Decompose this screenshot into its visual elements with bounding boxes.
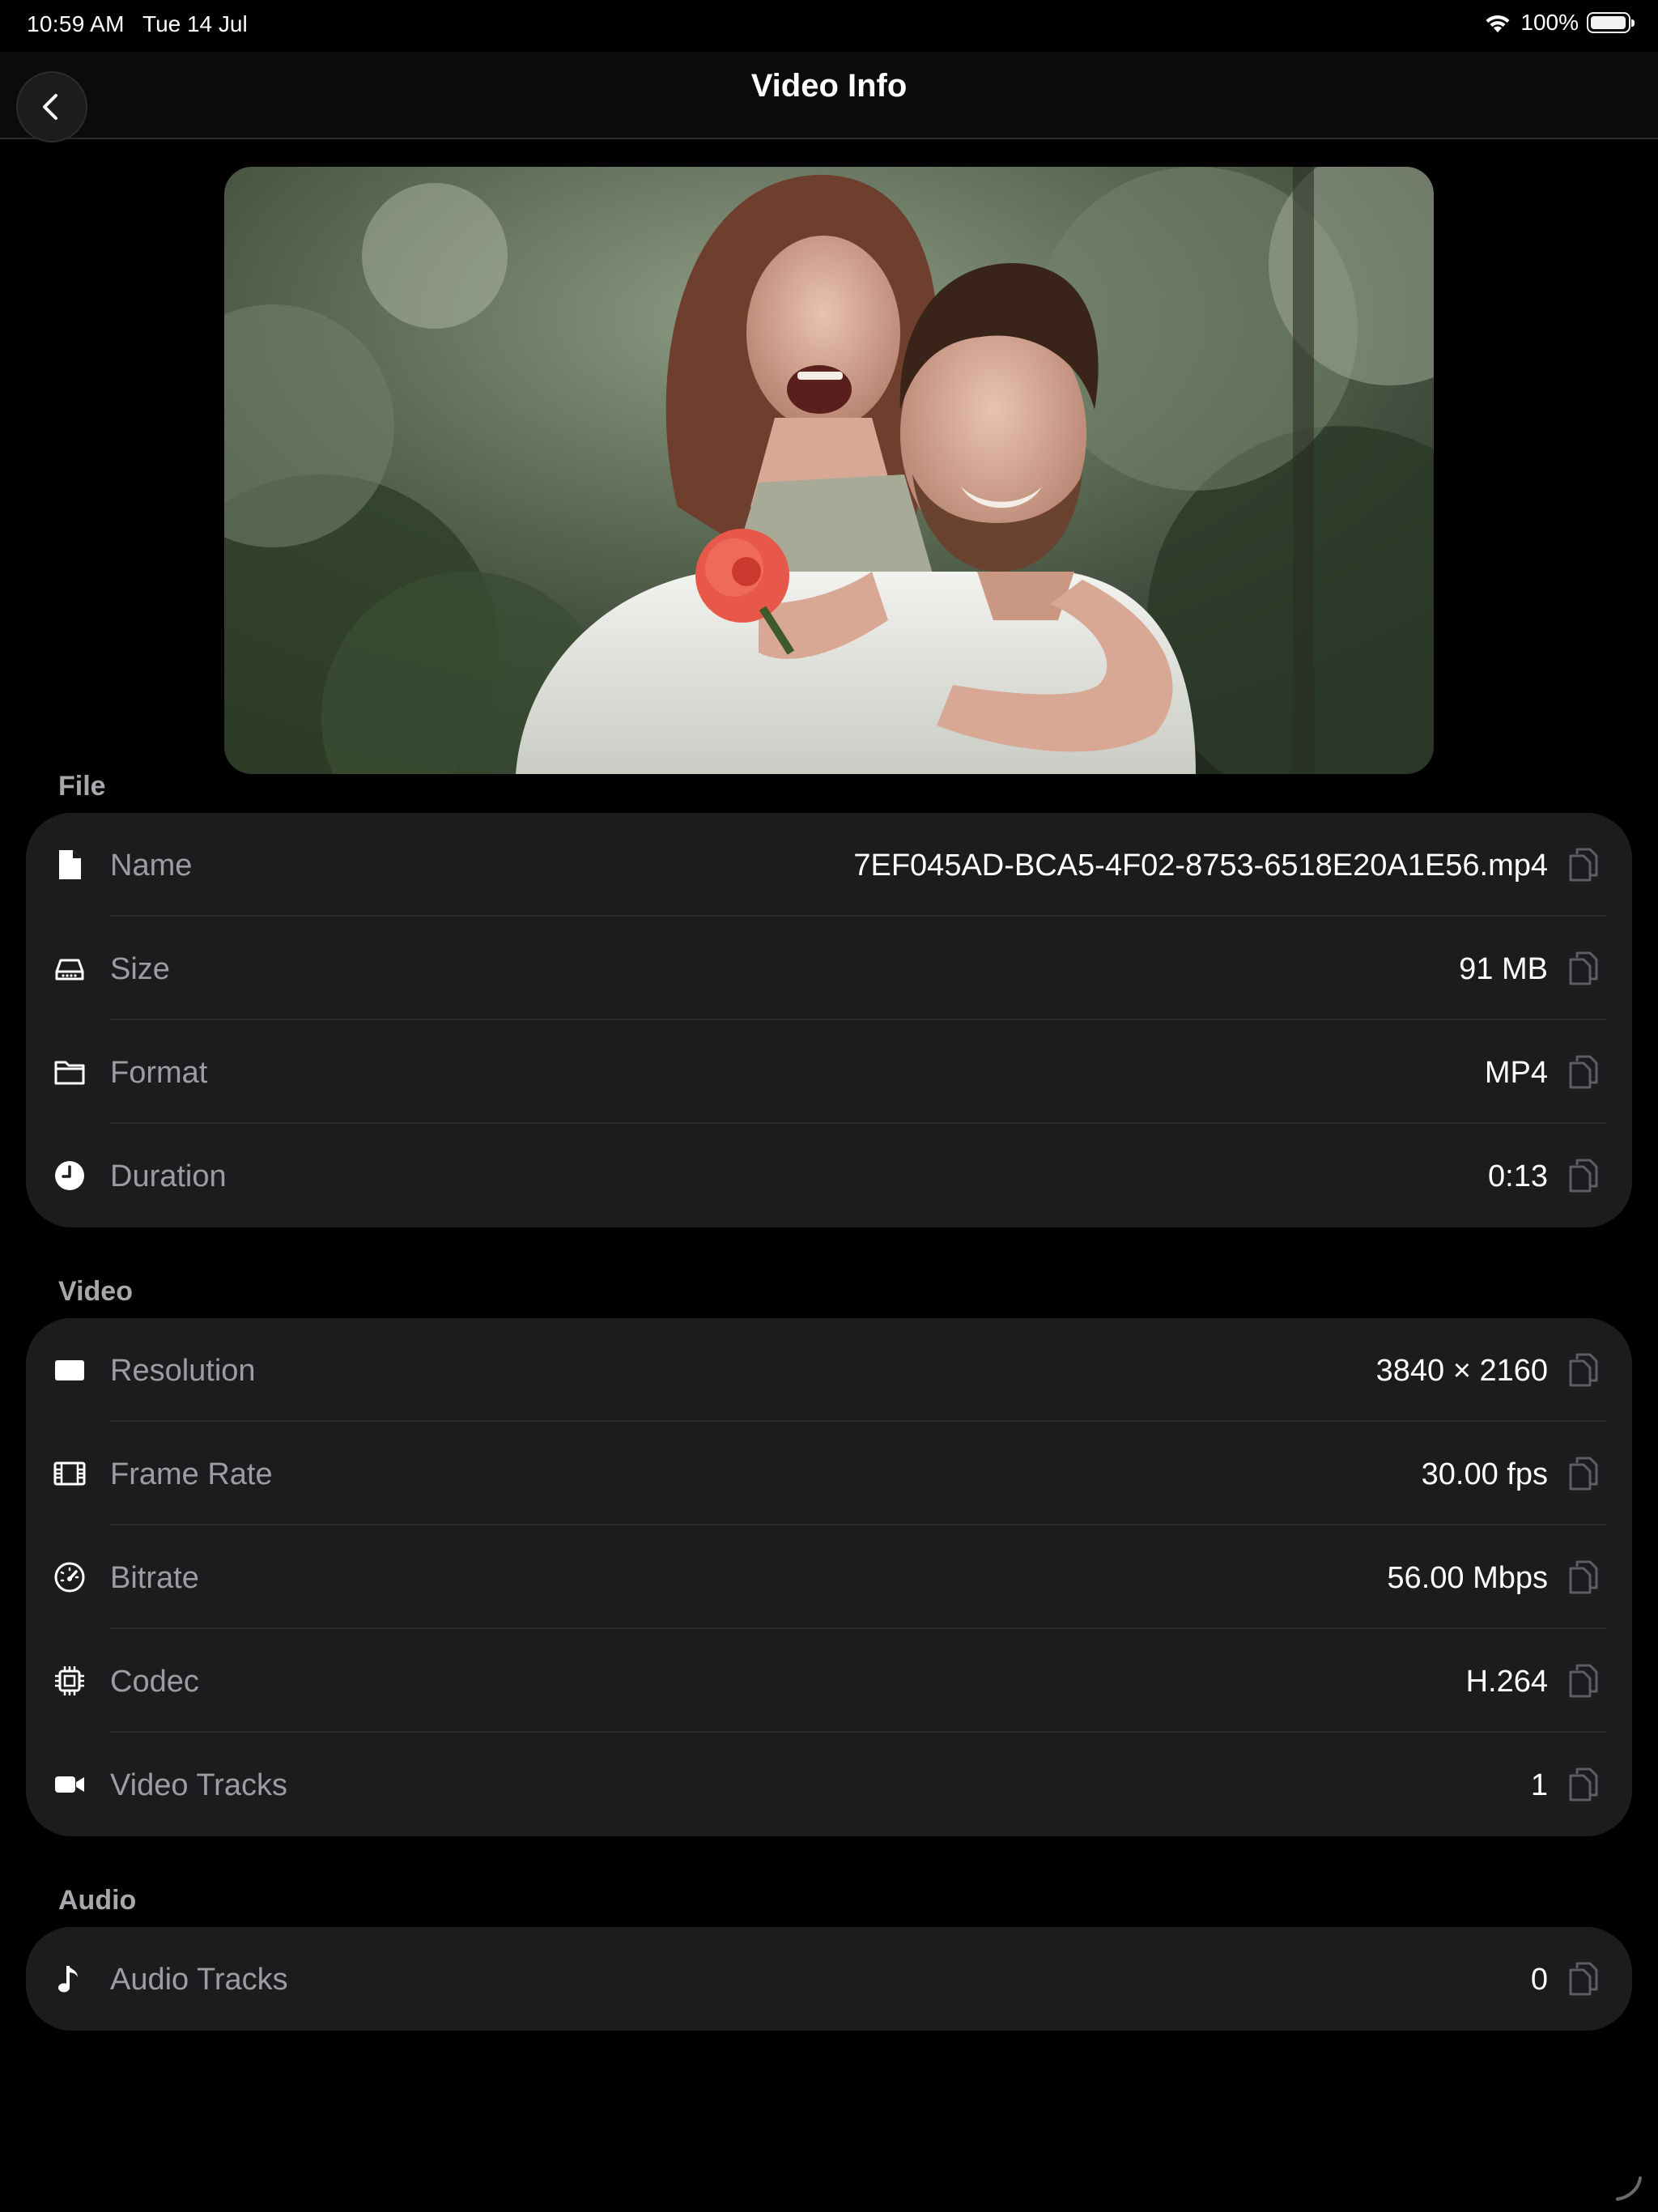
- info-row-duration: Duration 0:13: [26, 1124, 1632, 1227]
- cpu-icon: [53, 1665, 86, 1697]
- copy-icon: [1569, 951, 1598, 985]
- info-row-format: Format MP4: [26, 1020, 1632, 1124]
- copy-icon: [1569, 1767, 1598, 1802]
- document-icon: [53, 849, 86, 881]
- row-value: MP4: [1484, 1056, 1548, 1090]
- info-row-audio-tracks: Audio Tracks 0: [26, 1927, 1632, 2031]
- battery-percentage: 100%: [1520, 10, 1579, 35]
- row-label: Audio Tracks: [110, 1963, 288, 1997]
- copy-icon: [1569, 1055, 1598, 1089]
- row-value: 7EF045AD-BCA5-4F02-8753-6518E20A1E56.mp4: [853, 849, 1548, 883]
- video-thumbnail[interactable]: [224, 167, 1434, 774]
- display-icon: [53, 1354, 86, 1386]
- battery-icon: [1587, 12, 1635, 33]
- gauge-icon: [53, 1561, 86, 1593]
- page-title: Video Info: [750, 68, 908, 104]
- copy-icon: [1569, 848, 1598, 882]
- row-label: Size: [110, 952, 170, 986]
- info-row-size: Size 91 MB: [26, 917, 1632, 1020]
- row-label: Frame Rate: [110, 1457, 273, 1491]
- thumbnail-image: [224, 167, 1434, 774]
- video-card: Resolution 3840 × 2160 Frame Rate 30.00 …: [26, 1318, 1632, 1836]
- clock-icon: [53, 1159, 86, 1192]
- row-label: Bitrate: [110, 1561, 199, 1595]
- row-value: 0:13: [1488, 1159, 1548, 1193]
- copy-button[interactable]: [1562, 1155, 1605, 1197]
- row-value: H.264: [1465, 1665, 1548, 1699]
- info-row-resolution: Resolution 3840 × 2160: [26, 1318, 1632, 1422]
- status-time: 10:59 AM: [27, 11, 125, 36]
- section-header-audio: Audio: [58, 1885, 137, 1916]
- section-header-file: File: [58, 771, 106, 802]
- hard-drive-icon: [53, 952, 86, 985]
- copy-icon: [1569, 1353, 1598, 1387]
- video-camera-icon: [53, 1768, 86, 1801]
- copy-button[interactable]: [1562, 844, 1605, 886]
- wifi-icon: [1486, 15, 1510, 32]
- info-row-video-tracks: Video Tracks 1: [26, 1733, 1632, 1836]
- row-value: 1: [1530, 1768, 1548, 1802]
- copy-icon: [1569, 1962, 1598, 1996]
- copy-button[interactable]: [1562, 1660, 1605, 1702]
- row-label: Duration: [110, 1159, 227, 1193]
- row-label: Video Tracks: [110, 1768, 287, 1802]
- copy-button[interactable]: [1562, 1556, 1605, 1598]
- resize-handle-icon: [1616, 2176, 1642, 2201]
- status-right: 100%: [1483, 10, 1635, 36]
- row-label: Name: [110, 849, 193, 883]
- copy-button[interactable]: [1562, 1051, 1605, 1093]
- audio-card: Audio Tracks 0: [26, 1927, 1632, 2031]
- info-row-frame-rate: Frame Rate 30.00 fps: [26, 1422, 1632, 1525]
- info-row-codec: Codec H.264: [26, 1629, 1632, 1733]
- copy-button[interactable]: [1562, 1349, 1605, 1391]
- file-card: Name 7EF045AD-BCA5-4F02-8753-6518E20A1E5…: [26, 813, 1632, 1227]
- section-header-video: Video: [58, 1276, 133, 1307]
- row-value: 0: [1530, 1963, 1548, 1997]
- copy-icon: [1569, 1664, 1598, 1698]
- row-label: Format: [110, 1056, 208, 1090]
- copy-icon: [1569, 1159, 1598, 1193]
- info-row-bitrate: Bitrate 56.00 Mbps: [26, 1525, 1632, 1629]
- copy-icon: [1569, 1560, 1598, 1594]
- copy-icon: [1569, 1457, 1598, 1491]
- row-value: 56.00 Mbps: [1387, 1561, 1548, 1595]
- copy-button[interactable]: [1562, 1763, 1605, 1806]
- navigation-bar: Video Info: [0, 52, 1658, 143]
- info-row-name: Name 7EF045AD-BCA5-4F02-8753-6518E20A1E5…: [26, 813, 1632, 917]
- copy-button[interactable]: [1562, 947, 1605, 989]
- status-bar: 10:59 AM Tue 14 Jul 100%: [0, 0, 1658, 52]
- folder-icon: [53, 1056, 86, 1088]
- copy-button[interactable]: [1562, 1958, 1605, 2000]
- row-value: 3840 × 2160: [1375, 1354, 1548, 1388]
- row-label: Resolution: [110, 1354, 256, 1388]
- copy-button[interactable]: [1562, 1453, 1605, 1495]
- row-value: 30.00 fps: [1421, 1457, 1548, 1491]
- film-icon: [53, 1457, 86, 1490]
- row-value: 91 MB: [1459, 952, 1548, 986]
- status-date: Tue 14 Jul: [142, 11, 248, 36]
- music-note-icon: [53, 1963, 86, 1995]
- row-label: Codec: [110, 1665, 199, 1699]
